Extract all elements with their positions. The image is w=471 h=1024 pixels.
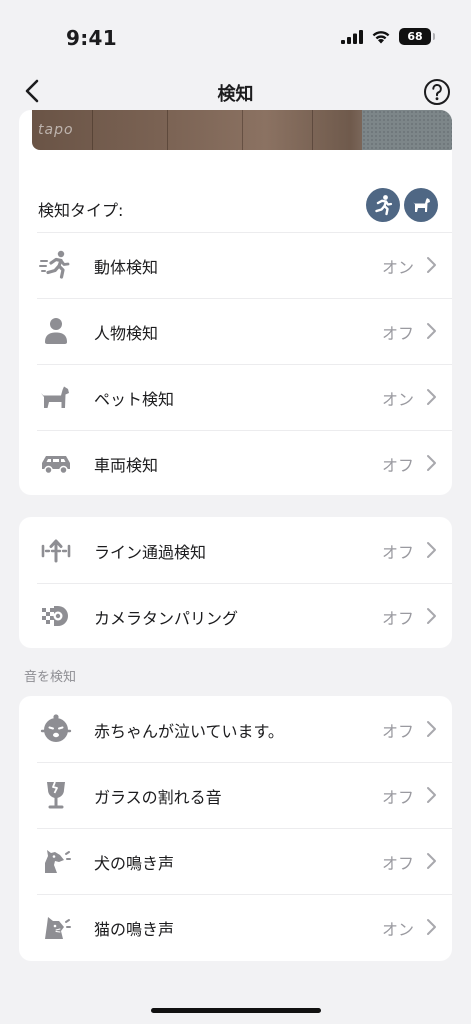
car-icon (42, 456, 70, 475)
list-item-vehicle-detection[interactable]: 車両検知 オフ (19, 430, 452, 495)
person-icon (45, 318, 67, 344)
list-item-baby-crying[interactable]: 赤ちゃんが泣いています。 オフ (19, 696, 452, 762)
row-value: オフ (381, 456, 414, 475)
row-value: オフ (381, 788, 414, 807)
chevron-right-icon (427, 608, 436, 624)
row-value: オン (381, 920, 414, 939)
pet-dog-icon (41, 386, 69, 408)
cellular-signal-icon (341, 29, 363, 44)
sound-section-header: 音を検知 (24, 670, 77, 685)
list-item-line-crossing[interactable]: ライン通過検知 オフ (19, 517, 452, 583)
row-label: 犬の鳴き声 (94, 854, 175, 873)
cat-meow-icon (45, 917, 71, 939)
preview-logo: tapo (38, 122, 74, 138)
dog-bark-icon (45, 850, 71, 873)
home-indicator[interactable] (151, 1008, 321, 1013)
row-label: ライン通過検知 (94, 543, 207, 562)
row-value: オフ (381, 543, 414, 562)
list-item-person-detection[interactable]: 人物検知 オフ (19, 298, 452, 364)
row-value: オフ (381, 854, 414, 873)
list-item-glass-breaking[interactable]: ガラスの割れる音 オフ (19, 762, 452, 828)
row-divider (37, 828, 452, 829)
wifi-icon (372, 31, 390, 44)
camera-preview: tapo (32, 110, 452, 150)
row-value: オフ (381, 324, 414, 343)
motion-runner-icon (39, 250, 70, 279)
row-label: ガラスの割れる音 (94, 788, 222, 807)
chevron-right-icon (427, 542, 436, 558)
advanced-detection-card: ライン通過検知 オフ カメラタンパリング オフ (19, 517, 452, 648)
row-label: カメラタンパリング (94, 609, 239, 628)
broken-glass-icon (47, 781, 65, 809)
row-value: オン (381, 390, 414, 409)
running-person-badge-icon (366, 188, 400, 222)
detection-type-label: 検知タイプ: (38, 201, 124, 220)
preview-plank (242, 110, 243, 150)
dog-badge-icon (404, 188, 438, 222)
row-value: オフ (381, 722, 414, 741)
list-item-motion-detection[interactable]: 動体検知 オン (19, 232, 452, 298)
camera-tamper-icon (42, 606, 68, 626)
line-crossing-icon (41, 539, 71, 563)
row-divider (37, 232, 452, 233)
list-item-camera-tampering[interactable]: カメラタンパリング オフ (19, 583, 452, 648)
detection-type-row: 検知タイプ: (19, 180, 452, 232)
row-value: オン (381, 258, 414, 277)
chevron-right-icon (427, 787, 436, 803)
preview-plank (167, 110, 168, 150)
row-label: 赤ちゃんが泣いています。 (94, 722, 284, 741)
chevron-right-icon (427, 721, 436, 737)
chevron-right-icon (427, 257, 436, 273)
navigation-bar: 検知 (0, 70, 471, 114)
row-divider (37, 430, 452, 431)
battery-level: 68 (407, 30, 423, 43)
row-label: 動体検知 (94, 258, 159, 277)
chevron-right-icon (427, 919, 436, 935)
row-label: 人物検知 (94, 324, 159, 343)
sound-detection-card: 赤ちゃんが泣いています。 オフ ガラスの割れる音 オフ 犬の鳴き声 オフ 猫の鳴… (19, 696, 452, 961)
row-divider (37, 762, 452, 763)
chevron-right-icon (427, 323, 436, 339)
preview-rug (362, 110, 452, 150)
list-item-dog-barking[interactable]: 犬の鳴き声 オフ (19, 828, 452, 894)
row-value: オフ (381, 609, 414, 628)
row-divider (37, 298, 452, 299)
row-divider (37, 894, 452, 895)
row-label: ペット検知 (94, 390, 175, 409)
chevron-right-icon (427, 853, 436, 869)
status-bar: 9:41 68 (0, 0, 471, 70)
row-label: 車両検知 (94, 456, 159, 475)
row-divider (37, 583, 452, 584)
battery-icon: 68 (399, 28, 435, 45)
preview-plank (92, 110, 93, 150)
list-item-cat-meowing[interactable]: 猫の鳴き声 オン (19, 894, 452, 960)
row-divider (37, 364, 452, 365)
help-question-icon[interactable] (423, 78, 451, 106)
chevron-right-icon (427, 389, 436, 405)
row-label: 猫の鳴き声 (94, 920, 175, 939)
list-item-pet-detection[interactable]: ペット検知 オン (19, 364, 452, 430)
status-icons: 68 (341, 28, 435, 45)
page-title: 検知 (217, 84, 254, 105)
status-time: 9:41 (66, 26, 117, 50)
detection-card: tapo 検知タイプ: 動体検知 オン 人物検知 オフ ペット検知 オン 車両検… (19, 110, 452, 495)
baby-crying-icon (40, 714, 72, 742)
chevron-right-icon (427, 455, 436, 471)
preview-plank (312, 110, 313, 150)
